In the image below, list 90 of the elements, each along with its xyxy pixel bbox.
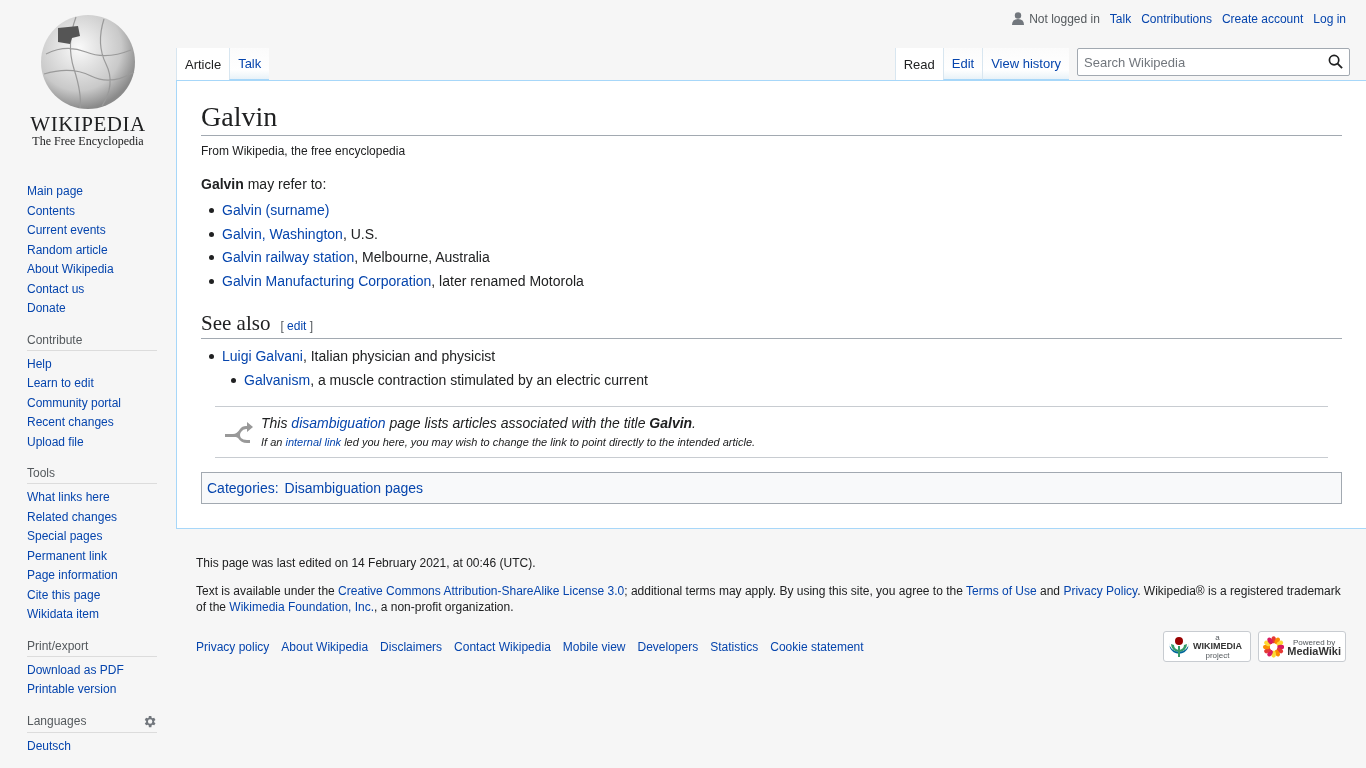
footer-link[interactable]: Developers [637,639,699,654]
badge-title: WIKIMEDIA [1193,642,1242,651]
footer-link[interactable]: Statistics [710,639,759,654]
bullet [209,208,214,214]
sidebar-link[interactable]: Page information [27,566,176,586]
page-tab[interactable]: Talk [229,48,270,80]
login-status: Not logged in [1029,11,1100,26]
disambiguation-icon [223,420,253,444]
sidebar-link[interactable]: Main page [27,182,176,202]
text-link[interactable]: Wikimedia Foundation, Inc. [229,600,375,614]
intro-text: Galvin may refer to: [201,176,327,192]
footer-link[interactable]: Privacy policy [196,639,270,654]
view-tab[interactable]: Edit [942,48,983,80]
badge-caption: project [1205,651,1230,660]
sidebar-link[interactable]: Permanent link [27,546,176,566]
bullet [231,377,236,383]
account-link[interactable]: Talk [1109,11,1132,26]
sidebar-link[interactable]: Wikidata item [27,605,176,625]
sidebar-link[interactable]: Cite this page [27,585,176,605]
item-description: , U.S. [342,225,378,242]
sidebar-link[interactable]: Community portal [27,393,176,413]
text-link[interactable]: internal link [285,436,342,448]
view-tab[interactable]: View history [982,48,1069,80]
sidebar-link[interactable]: Current events [27,221,176,241]
wordmark: WIKIPEDIA [30,113,146,135]
article-link[interactable]: Galvin (surname) [222,202,330,218]
edit-section: [ edit ] [280,319,314,333]
sidebar-link[interactable]: Related changes [27,507,176,527]
search-icon[interactable] [1328,54,1343,69]
last-edited: This page was last edited on 14 February 2021, at 00:46 (UTC). [196,555,537,571]
sidebar-link[interactable]: Recent changes [27,413,176,433]
badge-caption: a [1215,633,1220,642]
text-link[interactable]: Terms of Use [966,584,1037,598]
bullet [209,278,214,284]
article-link[interactable]: Galvin, Washington [222,225,343,242]
hatnote-text: This disambiguation page lists articles associated with the title Galvin. [261,414,697,433]
gear-icon[interactable] [142,713,157,729]
site-sub: From Wikipedia, the free encyclopedia [201,144,407,158]
footer-badge[interactable]: Powered by MediaWiki [1258,631,1346,662]
footer-link[interactable]: Contact Wikipedia [454,639,551,654]
section-heading: See also [201,311,271,336]
footer-link[interactable]: Cookie statement [770,639,864,654]
sidebar-link[interactable]: Special pages [27,527,176,547]
categories-link[interactable]: Categories: [207,480,279,496]
bullet [209,255,214,261]
item-description: , later renamed Motorola [431,272,584,289]
license-text: Text is available under the Creative Commons Attribution-ShareAlike License 3.0; additional terms may apply. By using this site, you agree to the Terms of Use and Privacy Policy. Wikipedia® is a registered trademark of the Wikimedia Foundation, Inc., a non-profit organization. [196,583,1342,615]
sidebar-link[interactable]: What links here [27,488,176,508]
footer-link[interactable]: Mobile view [562,639,626,654]
flower-logo [1263,634,1285,659]
sidebar-link[interactable]: Learn to edit [27,374,176,394]
sidebar-link[interactable]: Upload file [27,432,176,452]
text-link[interactable]: disambiguation [291,415,386,431]
badge-title: MediaWiki [1287,646,1341,656]
sidebar-link[interactable]: Deutsch [27,736,176,756]
portal-heading: Contribute [27,332,83,347]
item-description: , Italian physician and physicist [302,348,496,364]
sidebar-link[interactable]: Donate [27,299,176,319]
bullet [209,231,214,237]
sidebar-link[interactable]: About Wikipedia [27,260,176,280]
item-description: , a muscle contraction stimulated by an electric current [310,371,648,388]
page-tab[interactable]: Article [176,48,230,80]
search-field[interactable]: Search Wikipedia [1077,48,1350,76]
item-description: , Melbourne, Australia [354,249,490,265]
account-link[interactable]: Log in [1313,11,1346,26]
text-link[interactable]: edit [287,319,307,333]
account-link[interactable]: Contributions [1141,11,1212,26]
view-tab[interactable]: Read [894,48,943,80]
user-icon [1012,12,1025,25]
footer-badge[interactable]: a WIKIMEDIA project [1163,631,1251,662]
sidebar-link[interactable]: Random article [27,240,176,260]
category-link[interactable]: Disambiguation pages [284,480,424,496]
tagline: The Free Encyclopedia [32,135,144,148]
badge-caption: Powered by [1293,637,1336,647]
sidebar-link[interactable]: Help [27,354,176,374]
portal-heading: Languages [27,714,87,728]
sidebar-link[interactable]: Contents [27,201,176,221]
sidebar-link[interactable]: Contact us [27,279,176,299]
page-title: Galvin [201,101,1342,136]
footer-link[interactable]: About Wikipedia [281,639,369,654]
footer-link[interactable]: Disclaimers [380,639,443,654]
bullet [209,354,214,360]
wikimedia-logo [1168,635,1190,658]
article-link[interactable]: Luigi Galvani [222,348,303,364]
portal-heading: Tools [27,466,55,480]
portal-heading: Print/export [27,638,89,653]
sidebar-link[interactable]: Download as PDF [27,660,176,680]
sidebar-link[interactable]: Printable version [27,680,176,700]
account-link[interactable]: Create account [1221,11,1304,26]
hatnote-note: If an internal link led you here, you may wish to change the link to point directly to the intended article. [261,435,756,450]
